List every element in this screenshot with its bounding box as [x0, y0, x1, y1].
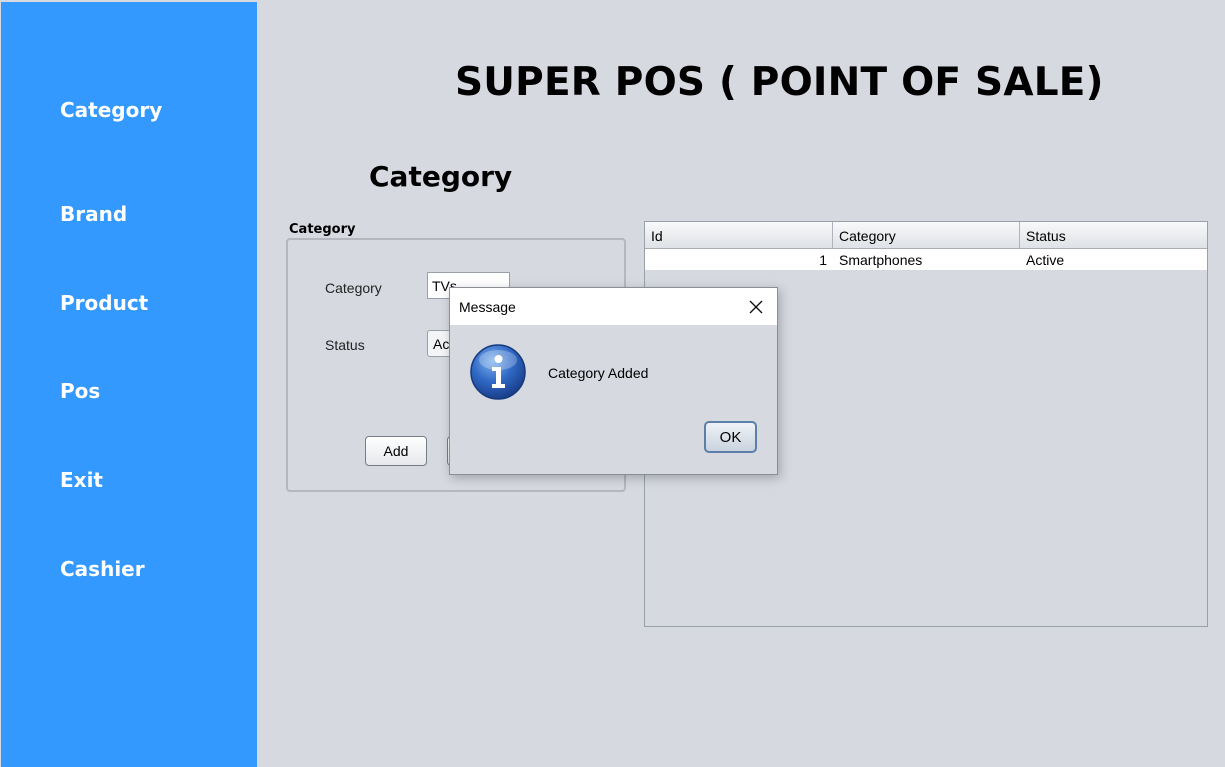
sidebar-item-cashier[interactable]: Cashier: [60, 557, 145, 581]
dialog-titlebar[interactable]: Message: [450, 288, 777, 325]
column-header-category[interactable]: Category: [833, 222, 1020, 248]
category-label: Category: [325, 280, 382, 296]
ok-button[interactable]: OK: [704, 421, 757, 453]
cell-id: 1: [819, 252, 827, 268]
sidebar-item-product[interactable]: Product: [60, 291, 148, 315]
table-row[interactable]: 1 Smartphones Active: [645, 249, 1207, 270]
dialog-title: Message: [459, 299, 516, 315]
cell-category: Smartphones: [839, 252, 923, 268]
close-icon[interactable]: [742, 294, 770, 320]
app-title: SUPER POS ( POINT OF SALE): [455, 60, 1104, 105]
dialog-body: Category Added OK: [450, 325, 777, 474]
status-label: Status: [325, 337, 365, 353]
add-button[interactable]: Add: [365, 436, 427, 466]
page-title: Category: [369, 160, 513, 193]
form-panel-legend: Category: [289, 222, 356, 237]
column-header-status[interactable]: Status: [1020, 222, 1207, 248]
column-header-id[interactable]: Id: [645, 222, 833, 248]
sidebar-item-brand[interactable]: Brand: [60, 202, 127, 226]
info-icon: [469, 343, 527, 401]
sidebar-item-category[interactable]: Category: [60, 98, 162, 122]
sidebar: Category Brand Product Pos Exit Cashier: [1, 2, 257, 767]
table-header: Id Category Status: [645, 222, 1207, 249]
cell-status: Active: [1026, 252, 1065, 268]
message-dialog: Message Category Added OK: [449, 287, 778, 475]
sidebar-item-exit[interactable]: Exit: [60, 468, 103, 492]
sidebar-item-pos[interactable]: Pos: [60, 379, 100, 403]
dialog-message: Category Added: [548, 365, 649, 381]
